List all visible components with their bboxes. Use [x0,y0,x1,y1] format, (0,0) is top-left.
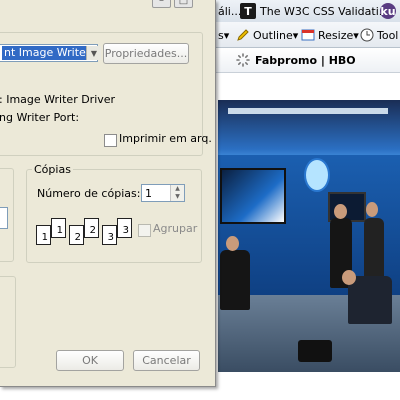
resize-icon [301,29,315,41]
w3c-icon: T [240,3,256,19]
toolbar-label: Resize▾ [318,28,359,42]
print-to-file-checkbox[interactable] [104,134,117,147]
toolbar-label: Tool [377,28,399,42]
stepper-up-icon[interactable]: ▲ [171,185,184,193]
page-tab[interactable]: Fabpromo | HBO [236,51,356,69]
copy-page-icon: 1 [51,218,66,238]
browser-tab-1[interactable]: áli... [218,1,241,21]
copies-label: Número de cópias: [37,187,141,200]
extension-button[interactable]: ku [380,1,396,21]
printer-select[interactable]: nt Image Writer [0,44,98,62]
toolbar-menu-s[interactable]: s▾ [218,25,229,45]
loading-spinner-icon [236,53,250,67]
clock-icon [360,28,374,42]
toolbar-resize[interactable]: Resize▾ [301,25,359,45]
copies-value: 1 [145,187,152,200]
stepper-arrows[interactable]: ▲ ▼ [170,185,184,201]
toolbar-label: s▾ [218,28,230,42]
copy-page-icon: 2 [69,225,84,245]
printer-type-text: : Image Writer Driver [0,93,116,106]
minimize-button[interactable]: – [152,0,171,8]
copy-page-icon: 3 [102,225,117,245]
stepper-down-icon[interactable]: ▼ [171,193,184,201]
copy-page-icon: 2 [84,218,99,238]
collate-label: Agrupar [153,222,198,235]
page-tab-title: Fabpromo | HBO [255,53,356,67]
lower-left-groupbox [0,276,16,368]
collate-checkbox[interactable] [138,224,151,237]
chevron-down-icon[interactable]: ▼ [86,46,101,60]
print-dialog: – □ nt Image Writer ▼ Propriedades... : … [0,0,216,387]
cancel-button[interactable]: Cancelar [133,350,200,371]
extension-icon: ku [380,3,396,19]
tab-label: The W3C CSS Validati... [260,4,390,18]
toolbar-tools[interactable]: Tool [360,25,398,45]
ok-button[interactable]: OK [56,350,124,371]
properties-button-label: Propriedades... [104,47,188,60]
minimize-icon: – [159,0,164,6]
copies-stepper[interactable]: 1 ▲ ▼ [141,184,185,202]
pages-input[interactable] [0,207,8,229]
page-tab-bar: Fabpromo | HBO [216,48,400,73]
pencil-icon [237,29,249,41]
cancel-button-label: Cancelar [142,354,191,367]
maximize-icon: □ [178,0,189,6]
event-photo [218,100,400,372]
copy-page-icon: 3 [117,218,132,238]
browser-tab-w3c[interactable]: T The W3C CSS Validati... [240,1,389,21]
copy-page-icon: 1 [36,225,51,245]
tab-label: áli... [218,4,242,18]
toolbar-label: Outline▾ [253,28,299,42]
properties-button[interactable]: Propriedades... [103,43,189,64]
maximize-button[interactable]: □ [174,0,193,8]
copies-group-title: Cópias [32,163,73,176]
printer-select-value: nt Image Writer [2,46,93,60]
printer-port-text: ng Writer Port: [0,111,80,124]
ok-button-label: OK [82,354,98,367]
toolbar-outline[interactable]: Outline▾ [236,25,298,45]
print-to-file-label: Imprimir em arq. [119,132,212,145]
